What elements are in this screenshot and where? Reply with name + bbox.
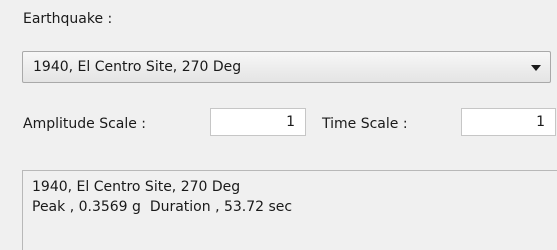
- earthquake-selected-value: 1940, El Centro Site, 270 Deg: [33, 59, 242, 75]
- time-scale-input[interactable]: [461, 108, 556, 136]
- chevron-down-icon[interactable]: [531, 65, 541, 71]
- earthquake-dropdown[interactable]: 1940, El Centro Site, 270 Deg: [22, 51, 551, 83]
- earthquake-info-peak-duration: Peak , 0.3569 g Duration , 53.72 sec: [32, 199, 292, 215]
- earthquake-info-peak-duration-text: Peak , 0.3569 g Duration , 53.72 sec: [32, 199, 293, 215]
- time-scale-label: Time Scale :: [322, 116, 408, 132]
- earthquake-label: Earthquake :: [23, 11, 113, 27]
- amplitude-scale-input[interactable]: [210, 108, 306, 136]
- earthquake-info-title: 1940, El Centro Site, 270 Deg: [32, 179, 241, 195]
- amplitude-scale-label: Amplitude Scale :: [23, 116, 147, 132]
- earthquake-info-panel: 1940, El Centro Site, 270 Deg Peak , 0.3…: [22, 170, 557, 250]
